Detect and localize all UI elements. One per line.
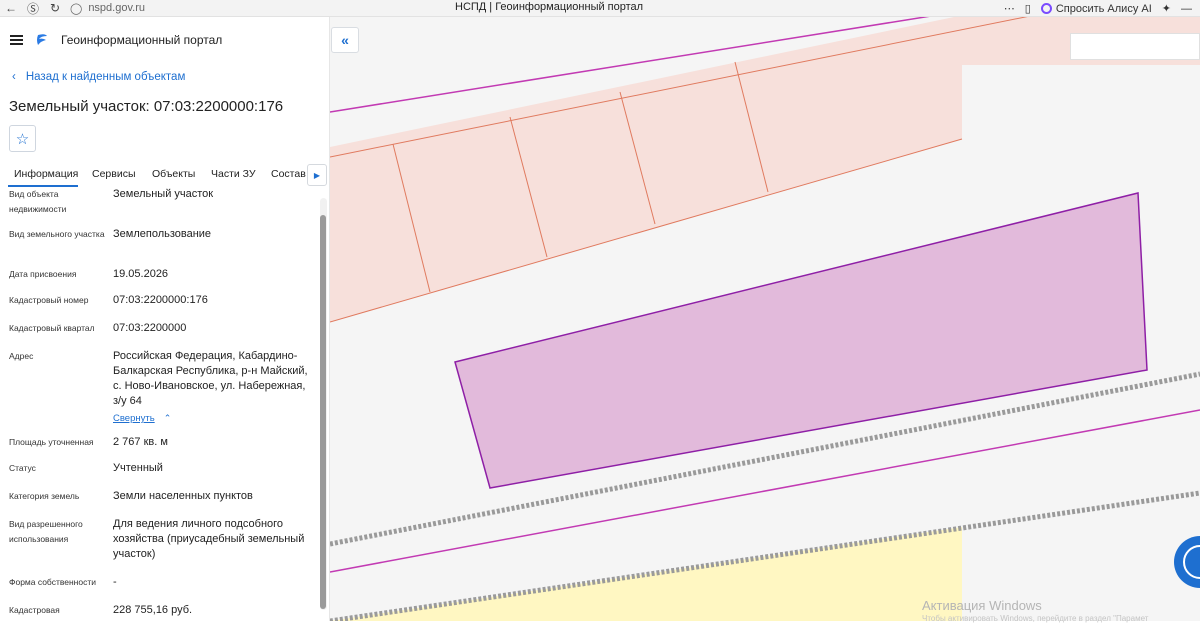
portal-logo-icon (37, 34, 47, 45)
attr-value: - (113, 576, 117, 588)
minimize-icon[interactable]: — (1181, 3, 1192, 15)
address-bar[interactable]: ◯ nspd.gov.ru (70, 2, 145, 15)
attr-label: Статус (9, 463, 36, 473)
attr-value: 07:03:2200000:176 (113, 294, 208, 306)
ask-alice-button[interactable]: Спросить Алису AI (1040, 2, 1152, 15)
star-icon: ☆ (15, 130, 30, 148)
map-svg[interactable] (330, 17, 1200, 621)
bookmark-icon[interactable]: ▯ (1025, 2, 1031, 15)
attr-value: Российская Федерация, Кабардино-Балкарск… (113, 350, 308, 407)
attr-label: Форма собственности (9, 577, 96, 587)
tab-title: НСПД | Геоинформационный портал (455, 1, 644, 13)
favorite-button[interactable]: ☆ (9, 125, 36, 152)
attr-label: Адрес (9, 351, 34, 361)
attributes-list: Вид объекта недвижимости Земельный участ… (0, 187, 318, 621)
yandex-icon[interactable]: Ⓢ (22, 0, 44, 17)
map-search-box[interactable] (1070, 33, 1200, 60)
tab-land-parts[interactable]: Части ЗУ (211, 168, 256, 180)
attr-label: Вид разрешенного использования (9, 519, 83, 544)
attr-label: Вид земельного участка (9, 229, 105, 239)
url-text: nspd.gov.ru (88, 2, 145, 14)
attr-label: Площадь уточненная (9, 437, 94, 447)
collapse-panel-button[interactable]: « (331, 27, 359, 53)
attr-label: Дата присвоения (9, 269, 77, 279)
portal-title: Геоинформационный портал (61, 33, 223, 47)
chevron-left-icon: ‹ (12, 71, 16, 83)
back-to-results-link[interactable]: ‹ Назад к найденным объектам (12, 71, 185, 83)
caret-right-icon: ▶ (313, 170, 321, 180)
chevron-up-icon[interactable]: ⌃ (164, 413, 172, 423)
menu-dots-icon[interactable]: ⋯ (1004, 2, 1015, 15)
attr-value: Для ведения личного подсобного хозяйства… (113, 518, 305, 560)
browser-right-controls: ⋯ ▯ Спросить Алису AI ✦ — (1004, 0, 1200, 17)
tab-composition[interactable]: Состав (271, 168, 306, 180)
back-link-label: Назад к найденным объектам (25, 71, 186, 83)
site-info-icon[interactable]: ◯ (70, 2, 82, 15)
windows-activation-subtext: Чтобы активировать Windows, перейдите в … (922, 614, 1149, 623)
collapse-address-link[interactable]: Свернуть (113, 411, 155, 426)
attr-value: 07:03:2200000 (113, 322, 187, 334)
attr-value: 2 767 кв. м (113, 436, 168, 448)
attr-label: Вид объекта недвижимости (9, 189, 67, 214)
object-tabs: Информация Сервисы Объекты Части ЗУ Сост… (0, 164, 329, 187)
attr-value: Земли населенных пунктов (113, 490, 253, 502)
windows-activation-watermark: Активация Windows (922, 598, 1042, 613)
attr-value: 19.05.2026 (113, 268, 169, 280)
attr-label: Категория земель (9, 491, 80, 501)
extension-icon[interactable]: ✦ (1162, 2, 1171, 15)
panel-header: Геоинформационный портал (0, 17, 329, 63)
attr-label: Кадастровая (9, 605, 60, 615)
attr-value: Землепользование (113, 228, 212, 240)
back-arrow-icon[interactable]: ← (0, 0, 22, 17)
tab-objects[interactable]: Объекты (152, 168, 195, 180)
menu-icon[interactable] (10, 35, 23, 45)
reload-icon[interactable]: ↻ (44, 0, 66, 17)
panel-scrollbar-thumb[interactable] (320, 215, 326, 609)
browser-toolbar: ← Ⓢ ↻ ◯ nspd.gov.ru НСПД | Геоинформацио… (0, 0, 1200, 17)
attr-value: Земельный участок (113, 188, 214, 200)
double-chevron-left-icon: « (341, 32, 349, 48)
attr-value: Учтенный (113, 462, 163, 474)
object-info-panel: Геоинформационный портал ‹ Назад к найде… (0, 17, 330, 621)
map-canvas[interactable] (330, 17, 1200, 621)
attr-value: 228 755,16 руб. (113, 604, 193, 616)
alice-icon (1040, 3, 1052, 14)
tab-services[interactable]: Сервисы (92, 168, 136, 180)
ask-alice-label: Спросить Алису AI (1055, 2, 1152, 15)
attr-label: Кадастровый квартал (9, 323, 95, 333)
tabs-scroll-right-button[interactable]: ▶ (307, 164, 327, 186)
attr-label: Кадастровый номер (9, 295, 89, 305)
tab-information[interactable]: Информация (14, 168, 78, 180)
object-title: Земельный участок: 07:03:2200000:176 (9, 98, 284, 115)
address-value: Российская Федерация, Кабардино-Балкарск… (113, 349, 313, 426)
